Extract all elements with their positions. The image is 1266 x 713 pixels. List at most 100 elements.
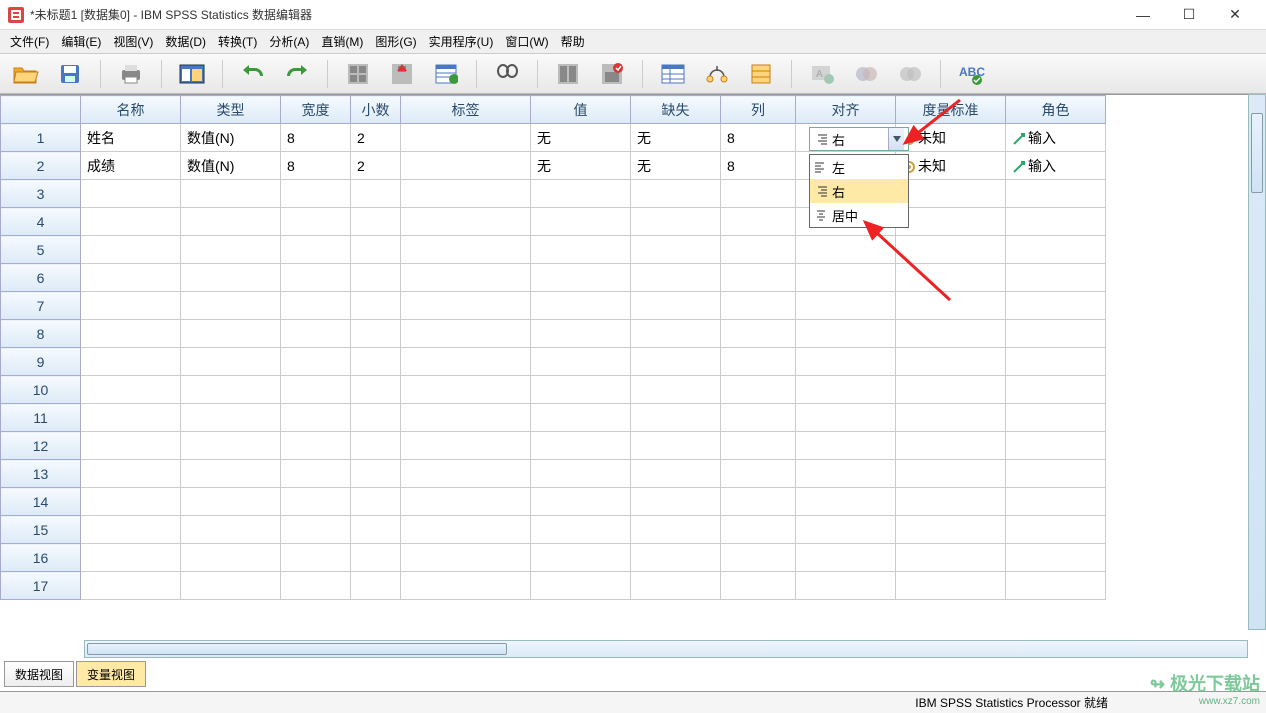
- empty-cell[interactable]: [351, 208, 401, 236]
- empty-cell[interactable]: [796, 516, 896, 544]
- empty-cell[interactable]: [531, 180, 631, 208]
- empty-cell[interactable]: [181, 292, 281, 320]
- empty-cell[interactable]: [1006, 320, 1106, 348]
- cell-width[interactable]: 8: [281, 124, 351, 152]
- empty-cell[interactable]: [796, 544, 896, 572]
- empty-cell[interactable]: [796, 348, 896, 376]
- empty-cell[interactable]: [896, 292, 1006, 320]
- empty-cell[interactable]: [281, 292, 351, 320]
- col-values[interactable]: 值: [531, 96, 631, 124]
- empty-cell[interactable]: [1006, 460, 1106, 488]
- empty-cell[interactable]: [351, 292, 401, 320]
- empty-cell[interactable]: [401, 348, 531, 376]
- empty-cell[interactable]: [81, 376, 181, 404]
- empty-cell[interactable]: [81, 292, 181, 320]
- menu-analyze[interactable]: 分析(A): [263, 31, 315, 52]
- empty-cell[interactable]: [796, 320, 896, 348]
- empty-cell[interactable]: [181, 264, 281, 292]
- cell-values[interactable]: 无: [531, 124, 631, 152]
- empty-cell[interactable]: [896, 348, 1006, 376]
- empty-cell[interactable]: [631, 544, 721, 572]
- hscroll-thumb[interactable]: [87, 643, 507, 655]
- empty-cell[interactable]: [796, 292, 896, 320]
- cell-type[interactable]: 数值(N): [181, 124, 281, 152]
- align-dropdown[interactable]: 右: [809, 127, 909, 151]
- cell-role[interactable]: 输入: [1006, 152, 1106, 180]
- cell-columns[interactable]: 8: [721, 152, 796, 180]
- menu-file[interactable]: 文件(F): [4, 31, 55, 52]
- empty-cell[interactable]: [631, 460, 721, 488]
- empty-cell[interactable]: [181, 236, 281, 264]
- tab-data-view[interactable]: 数据视图: [4, 661, 74, 687]
- cell-measure[interactable]: 未知: [896, 124, 1006, 152]
- col-type[interactable]: 类型: [181, 96, 281, 124]
- open-button[interactable]: [10, 58, 42, 90]
- row-header[interactable]: 15: [1, 516, 81, 544]
- empty-cell[interactable]: [181, 544, 281, 572]
- row-header[interactable]: 10: [1, 376, 81, 404]
- empty-cell[interactable]: [181, 320, 281, 348]
- empty-cell[interactable]: [721, 516, 796, 544]
- cell-type[interactable]: 数值(N): [181, 152, 281, 180]
- empty-cell[interactable]: [721, 460, 796, 488]
- row-header[interactable]: 2: [1, 152, 81, 180]
- empty-cell[interactable]: [401, 516, 531, 544]
- empty-cell[interactable]: [81, 208, 181, 236]
- menu-data[interactable]: 数据(D): [159, 31, 212, 52]
- empty-cell[interactable]: [896, 208, 1006, 236]
- empty-cell[interactable]: [1006, 376, 1106, 404]
- empty-cell[interactable]: [81, 460, 181, 488]
- row-header[interactable]: 7: [1, 292, 81, 320]
- row-header[interactable]: 9: [1, 348, 81, 376]
- empty-cell[interactable]: [631, 264, 721, 292]
- col-role[interactable]: 角色: [1006, 96, 1106, 124]
- dialog-recall-button[interactable]: [176, 58, 208, 90]
- select-cases-button[interactable]: [657, 58, 689, 90]
- cell-decimals[interactable]: 2: [351, 124, 401, 152]
- empty-cell[interactable]: [531, 292, 631, 320]
- empty-cell[interactable]: [81, 572, 181, 600]
- empty-cell[interactable]: [531, 320, 631, 348]
- empty-cell[interactable]: [181, 460, 281, 488]
- empty-cell[interactable]: [531, 572, 631, 600]
- empty-cell[interactable]: [631, 292, 721, 320]
- empty-cell[interactable]: [631, 572, 721, 600]
- empty-cell[interactable]: [796, 572, 896, 600]
- empty-cell[interactable]: [281, 208, 351, 236]
- empty-cell[interactable]: [631, 208, 721, 236]
- empty-cell[interactable]: [1006, 348, 1106, 376]
- empty-cell[interactable]: [1006, 180, 1106, 208]
- empty-cell[interactable]: [81, 488, 181, 516]
- col-missing[interactable]: 缺失: [631, 96, 721, 124]
- variables-button[interactable]: [430, 58, 462, 90]
- empty-cell[interactable]: [401, 404, 531, 432]
- empty-cell[interactable]: [281, 348, 351, 376]
- cell-name[interactable]: 姓名: [81, 124, 181, 152]
- empty-cell[interactable]: [281, 236, 351, 264]
- empty-cell[interactable]: [401, 460, 531, 488]
- empty-cell[interactable]: [631, 236, 721, 264]
- empty-cell[interactable]: [281, 376, 351, 404]
- empty-cell[interactable]: [531, 236, 631, 264]
- empty-cell[interactable]: [721, 320, 796, 348]
- empty-cell[interactable]: [721, 180, 796, 208]
- col-width[interactable]: 宽度: [281, 96, 351, 124]
- split-file-button[interactable]: [552, 58, 584, 90]
- empty-cell[interactable]: [896, 488, 1006, 516]
- align-option[interactable]: 居中: [810, 203, 908, 227]
- empty-cell[interactable]: [631, 376, 721, 404]
- menu-transform[interactable]: 转换(T): [212, 31, 263, 52]
- empty-cell[interactable]: [81, 236, 181, 264]
- empty-cell[interactable]: [631, 488, 721, 516]
- empty-cell[interactable]: [631, 432, 721, 460]
- row-header[interactable]: 3: [1, 180, 81, 208]
- empty-cell[interactable]: [896, 264, 1006, 292]
- empty-cell[interactable]: [796, 376, 896, 404]
- empty-cell[interactable]: [721, 292, 796, 320]
- vscroll-thumb[interactable]: [1251, 113, 1263, 193]
- empty-cell[interactable]: [351, 516, 401, 544]
- redo-button[interactable]: [281, 58, 313, 90]
- empty-cell[interactable]: [351, 432, 401, 460]
- empty-cell[interactable]: [181, 208, 281, 236]
- empty-cell[interactable]: [81, 180, 181, 208]
